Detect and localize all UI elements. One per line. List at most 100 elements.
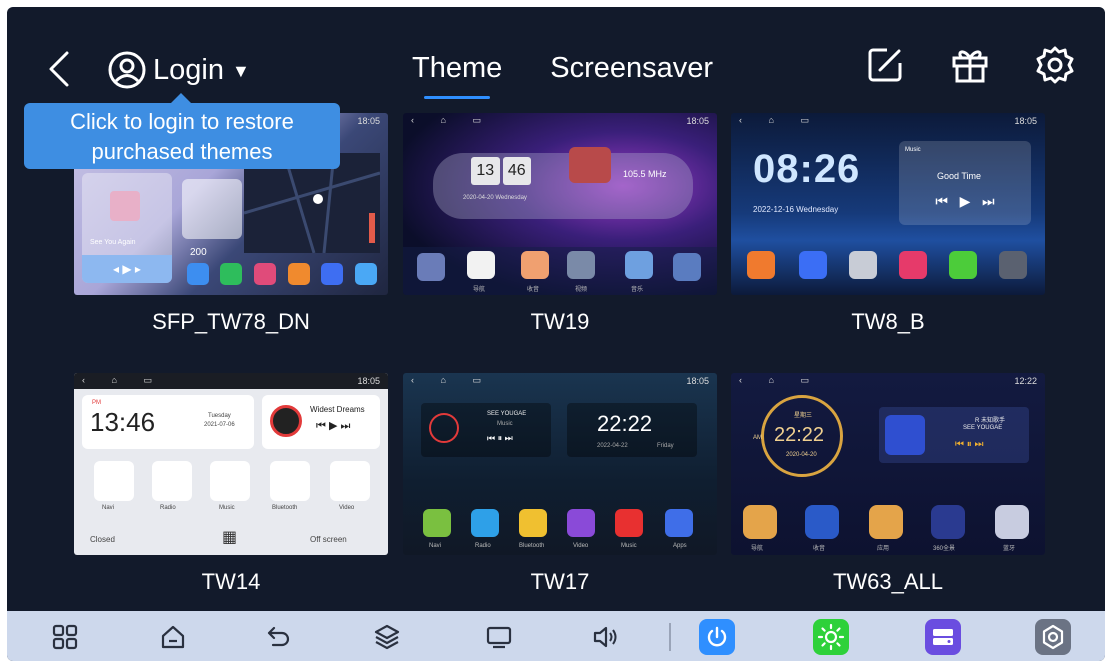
tab-bar: Theme Screensaver (412, 45, 713, 99)
screen-button[interactable] (481, 619, 517, 655)
theme-store-screen: Login ▼ Theme Screensaver Click to login… (7, 7, 1105, 661)
theme-thumbnail: ‹ ⌂ ▭ 12:22 星期三 22:22 2020-04-20 AM R 未知歌… (731, 373, 1045, 555)
thumb-status-bar: ‹ ⌂ ▭ 18:05 (411, 115, 709, 126)
login-tooltip: Click to login to restore purchased them… (24, 93, 340, 169)
thumb-time: 18:05 (686, 116, 709, 126)
volume-button[interactable] (587, 619, 623, 655)
home-button[interactable] (155, 619, 191, 655)
thumb-clock-card: 22:22 2022-04-22 Friday (567, 403, 697, 457)
thumb-music-card: See You Again ◂ ▶ ▸ (82, 173, 172, 283)
thumb-status-bar: ‹ ⌂ ▭ 18:05 (411, 375, 709, 386)
dock-label: Video (573, 543, 589, 549)
thumb-music-label: Music (497, 421, 513, 427)
thumb-music-card: R 未知歌手 SEE YOUGAE ⏮ ⏸ ⏭ (879, 407, 1029, 463)
clock-minutes: 46 (502, 157, 531, 185)
dock-label: 视频 (575, 287, 588, 293)
thumb-dock (184, 263, 380, 291)
login-button[interactable]: Login ▼ (107, 45, 250, 95)
layers-button[interactable] (369, 619, 405, 655)
login-label: Login (153, 53, 224, 86)
dock-nav-icon (743, 505, 777, 539)
screen-icon (486, 626, 512, 649)
tooltip-line-1: Click to login to restore (70, 109, 294, 134)
dock-label: 收音 (813, 546, 826, 552)
thumb-time: 18:05 (357, 376, 380, 386)
thumb-music-card: Music Good Time ⏮ ▶ ⏭ (899, 141, 1031, 225)
clock-hours: 13 (471, 157, 500, 185)
brightness-button[interactable] (813, 619, 849, 655)
back-nav-button[interactable] (261, 619, 297, 655)
power-button[interactable] (699, 619, 735, 655)
thumb-artist: R 未知歌手 (975, 418, 1006, 424)
thumb-flip-clock: 13 46 (471, 157, 531, 185)
dock-apps-icon (665, 509, 693, 537)
dock-360-icon (931, 505, 965, 539)
thumb-disc (429, 413, 459, 443)
thumb-grid-icon: ▦ (222, 529, 238, 546)
dock-label: Music (621, 543, 637, 549)
settings-button[interactable] (1035, 619, 1071, 655)
dock-settings-icon (849, 251, 877, 279)
theme-thumbnail: ‹ ⌂ ▭ 18:05 SEE YOUGAE Music ⏮ ⏸ ⏭ 22:22 … (403, 373, 717, 555)
app-label: Music (219, 505, 235, 511)
thumb-date: 2022-04-22 (597, 443, 628, 449)
thumb-song: SEE YOUGAE (487, 411, 527, 417)
thumb-music-label: Music (905, 147, 921, 153)
thumb-time: 12:22 (1014, 376, 1037, 386)
dock-wechat-icon (220, 263, 243, 285)
thumb-clock: 22:22 (597, 411, 653, 436)
theme-name: SFP_TW78_DN (152, 309, 310, 334)
app-navi-icon (94, 461, 134, 501)
dock-apps-icon (869, 505, 903, 539)
dock-label: Apps (673, 543, 687, 549)
thumb-clock: 13:46 (90, 407, 156, 437)
login-caret-icon: ▼ (231, 60, 250, 81)
thumb-date: 2020-04-20 Wednesday (463, 195, 527, 201)
cards-button[interactable] (925, 619, 961, 655)
gift-icon[interactable] (950, 45, 990, 85)
dock-label: Bluetooth (519, 543, 545, 549)
dock-radio-icon (521, 251, 549, 279)
edit-icon[interactable] (865, 45, 905, 85)
thumb-controls: ◂ ▶ ▸ (82, 255, 172, 283)
app-music-icon (210, 461, 250, 501)
dock-radio-icon (949, 251, 977, 279)
back-button[interactable] (43, 45, 75, 93)
dock-apps-icon (673, 253, 701, 281)
dock-nav-icon (186, 263, 209, 285)
theme-name: TW19 (530, 309, 590, 334)
dock-camera-icon (417, 253, 445, 281)
dock-bluetooth-icon (995, 505, 1029, 539)
dock-navi-icon (423, 509, 451, 537)
thumb-date: 2021-07-06 (204, 422, 235, 428)
tab-theme[interactable]: Theme (412, 45, 502, 99)
dock-music-icon (625, 251, 653, 279)
tab-screensaver[interactable]: Screensaver (550, 45, 713, 95)
thumb-ampm: AM (753, 435, 762, 441)
app-label: Radio (160, 505, 176, 511)
thumb-status-bar: ‹ ⌂ ▭ 12:22 (739, 375, 1037, 386)
thumb-info-card (182, 179, 242, 239)
thumb-day: Friday (657, 443, 674, 449)
thumb-weekday: 星期三 (794, 413, 813, 419)
gear-icon[interactable] (1035, 45, 1075, 85)
apps-grid-icon (52, 624, 78, 650)
dock-apps-icon (287, 263, 310, 285)
thumb-clock: 22:22 (774, 424, 825, 446)
thumb-music-card: Widest Dreams ⏮ ▶ ⏭ (262, 395, 380, 449)
tooltip-line-2: purchased themes (91, 139, 273, 164)
dock-label: 应用 (877, 546, 890, 552)
thumb-date: 2022-12-16 Wednesday (753, 205, 839, 214)
dock-label: Radio (475, 543, 491, 549)
app-bluetooth-icon (270, 461, 310, 501)
dock-label: Navi (429, 543, 442, 549)
dock-label: 蓝牙 (1003, 546, 1016, 552)
thumb-song: SEE YOUGAE (963, 425, 1003, 431)
thumb-clock-ring: 星期三 22:22 2020-04-20 (761, 395, 843, 477)
thumb-time: 18:05 (686, 376, 709, 386)
cards-icon (933, 629, 953, 645)
thumb-date: 2020-04-20 (786, 452, 817, 458)
thumb-time: 18:05 (1014, 116, 1037, 126)
apps-grid-button[interactable] (47, 619, 83, 655)
theme-name: TW17 (530, 569, 590, 594)
